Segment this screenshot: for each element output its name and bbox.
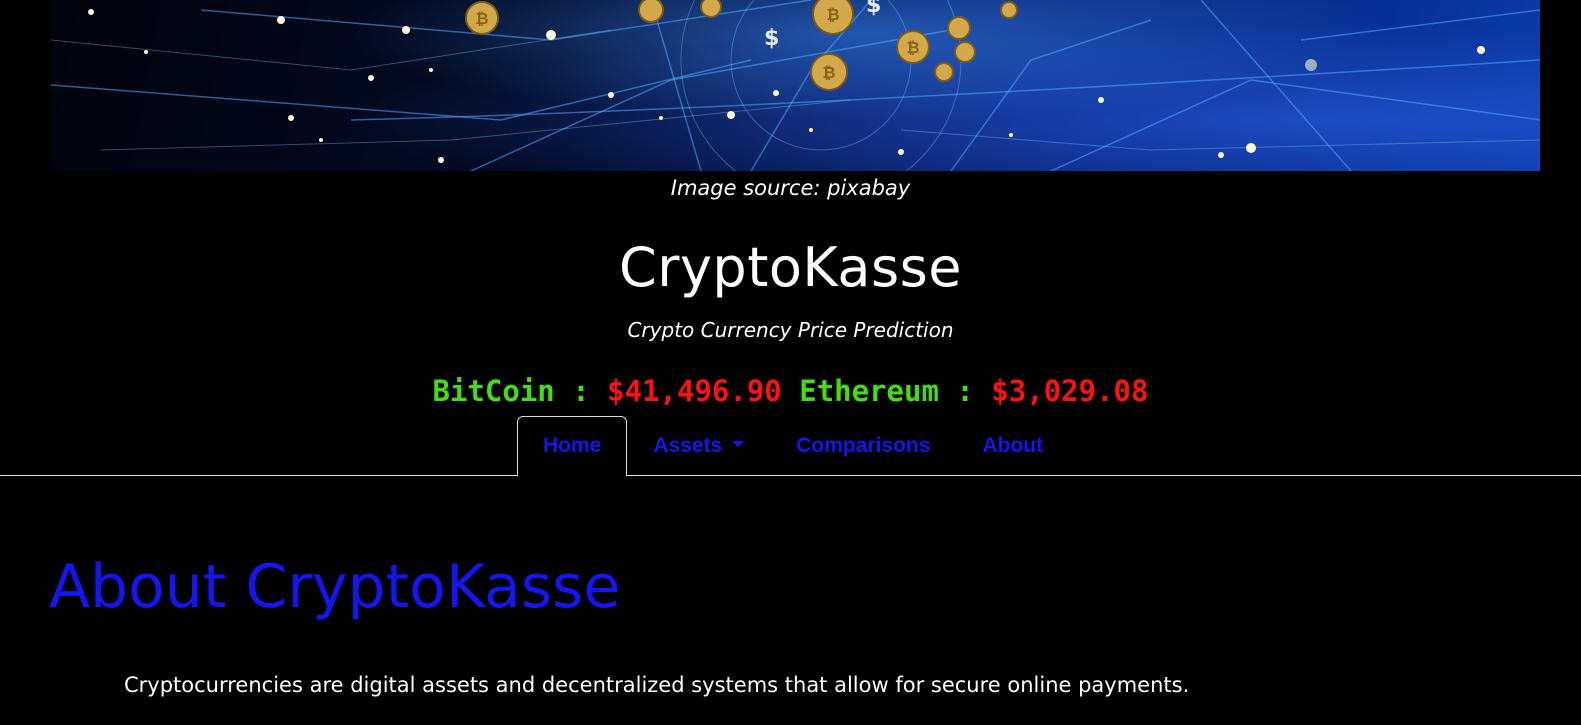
nav-assets-dropdown[interactable]: Assets	[627, 416, 770, 475]
nav-tabs: Home Assets Comparisons About	[517, 416, 1069, 476]
page: ₿ ₿ ₿ ₿ $ $ Image source: pixabay Crypto…	[0, 0, 1581, 725]
price-ticker: BitCoin : $41,496.90 Ethereum : $3,029.0…	[0, 374, 1581, 408]
bitcoin-price: $41,496.90	[607, 374, 782, 408]
hero-banner-image: ₿ ₿ ₿ ₿ $ $	[51, 0, 1540, 171]
main-navigation: Home Assets Comparisons About	[0, 416, 1581, 476]
hero-network-graphic: ₿ ₿ ₿ ₿ $ $	[51, 0, 1540, 171]
nav-comparisons-link[interactable]: Comparisons	[770, 416, 956, 475]
nav-assets-label: Assets	[653, 434, 723, 457]
ethereum-label: Ethereum :	[799, 374, 974, 408]
nav-home-link[interactable]: Home	[517, 416, 628, 476]
svg-text:$: $	[866, 0, 881, 18]
ethereum-price: $3,029.08	[991, 374, 1149, 408]
nav-about-label: About	[982, 434, 1044, 457]
svg-text:₿: ₿	[475, 9, 488, 28]
svg-text:₿: ₿	[826, 5, 839, 24]
caret-down-icon	[732, 441, 745, 448]
site-subtitle: Crypto Currency Price Prediction	[627, 318, 954, 342]
nav-comparisons-label: Comparisons	[796, 434, 931, 457]
about-paragraph: Cryptocurrencies are digital assets and …	[124, 673, 1190, 697]
bitcoin-label: BitCoin :	[432, 374, 590, 408]
site-title: CryptoKasse	[619, 236, 962, 299]
svg-text:$: $	[764, 26, 779, 51]
svg-text:₿: ₿	[822, 63, 835, 82]
svg-text:₿: ₿	[906, 38, 919, 57]
about-heading: About CryptoKasse	[49, 552, 621, 622]
nav-about-link[interactable]: About	[956, 416, 1069, 475]
image-caption: Image source: pixabay	[670, 176, 911, 200]
nav-home-label: Home	[543, 434, 602, 457]
